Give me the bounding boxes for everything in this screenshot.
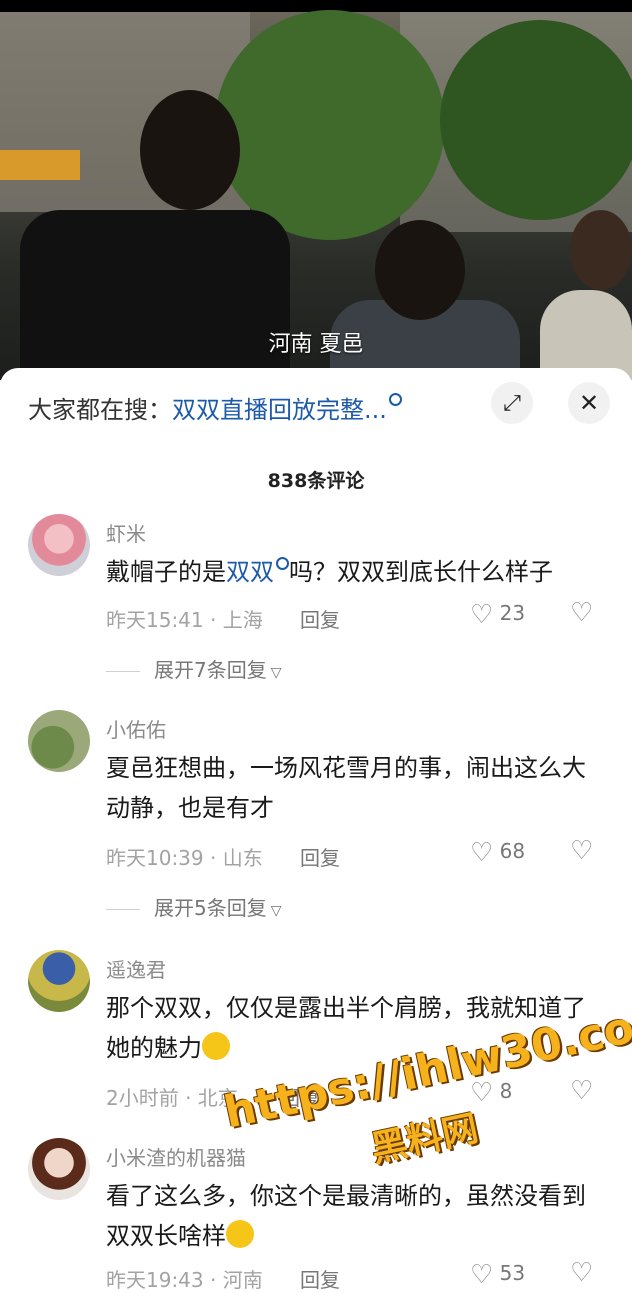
expand-replies-label: 展开5条回复 xyxy=(154,896,267,920)
person-head xyxy=(375,220,465,320)
expand-icon[interactable]: ⤢ xyxy=(491,382,533,424)
reply-button[interactable]: 回复 xyxy=(300,604,340,633)
comment-text-part: 看了这么多，你这个是最清晰的，虽然没看到双双长啥样 xyxy=(106,1182,586,1250)
like-count: 23 xyxy=(499,601,526,625)
comment-text: 看了这么多，你这个是最清晰的，虽然没看到双双长啥样 xyxy=(106,1176,606,1256)
reply-button[interactable]: 回复 xyxy=(300,842,340,871)
like-count: 53 xyxy=(499,1261,526,1285)
like-count: 8 xyxy=(499,1079,513,1103)
comment-author[interactable]: 遥逸君 xyxy=(106,954,166,983)
comment-text-part: 吗？双双到底长什么样子 xyxy=(289,558,553,586)
comment-author[interactable]: 小米渣的机器猫 xyxy=(106,1142,246,1171)
search-query[interactable]: 双双直播回放完整... xyxy=(172,396,387,424)
chevron-down-icon: ▽ xyxy=(270,903,282,919)
like-button[interactable]: ♡ 68 xyxy=(470,838,525,868)
comments-sheet: 大家都在搜：双双直播回放完整... ⤢ ✕ 838条评论 虾米 戴帽子的是双双吗… xyxy=(0,368,632,1292)
divider xyxy=(106,909,140,910)
comment-meta: 2小时前 · 北京 xyxy=(106,1086,238,1110)
tree xyxy=(440,20,632,220)
broken-heart-icon[interactable]: ♡ xyxy=(570,836,593,866)
search-icon xyxy=(276,557,289,570)
heart-icon: ♡ xyxy=(470,600,494,630)
search-suggestion[interactable]: 大家都在搜：双双直播回放完整... xyxy=(28,390,402,425)
avatar[interactable] xyxy=(28,950,90,1012)
broken-heart-icon[interactable]: ♡ xyxy=(570,598,593,628)
comment-author[interactable]: 虾米 xyxy=(106,518,146,547)
expand-replies[interactable]: 展开5条回复 ▽ xyxy=(106,892,282,921)
divider xyxy=(106,671,140,672)
search-icon xyxy=(388,393,402,406)
expand-replies-label: 展开7条回复 xyxy=(154,658,267,682)
avatar[interactable] xyxy=(28,1138,90,1200)
reply-button[interactable]: 回复 xyxy=(300,1264,340,1293)
avatar[interactable] xyxy=(28,710,90,772)
comment-text-part: 戴帽子的是 xyxy=(106,558,226,586)
person-head xyxy=(570,210,632,290)
like-button[interactable]: ♡ 23 xyxy=(470,600,525,630)
broken-heart-icon[interactable]: ♡ xyxy=(570,1258,593,1288)
heart-icon: ♡ xyxy=(470,838,494,868)
comment-meta: 昨天19:43 · 河南 xyxy=(106,1268,263,1292)
comment-count: 838条评论 xyxy=(267,470,365,492)
comment-meta: 昨天10:39 · 山东 xyxy=(106,846,263,870)
laughing-emoji-icon xyxy=(226,1220,254,1248)
video-caption: 河南 夏邑 xyxy=(268,332,364,357)
shop-sign xyxy=(0,150,80,180)
broken-heart-icon[interactable]: ♡ xyxy=(570,1076,593,1106)
avatar[interactable] xyxy=(28,514,90,576)
heart-icon: ♡ xyxy=(470,1260,494,1290)
chevron-down-icon: ▽ xyxy=(270,665,282,681)
search-prefix: 大家都在搜： xyxy=(28,396,172,424)
like-count: 68 xyxy=(499,839,526,863)
tree xyxy=(215,10,445,240)
comment-meta: 昨天15:41 · 上海 xyxy=(106,608,263,632)
inline-search-link[interactable]: 双双 xyxy=(226,558,274,586)
comment-text: 戴帽子的是双双 吗？双双到底长什么样子 xyxy=(106,552,606,592)
video-player[interactable]: 河南 夏邑 xyxy=(0,0,632,380)
comment-author[interactable]: 小佑佑 xyxy=(106,714,166,743)
laughing-emoji-icon xyxy=(202,1032,230,1060)
like-button[interactable]: ♡ 53 xyxy=(470,1260,525,1290)
close-icon[interactable]: ✕ xyxy=(568,382,610,424)
comment-text: 夏邑狂想曲，一场风花雪月的事，闹出这么大动静，也是有才 xyxy=(106,754,586,822)
person-head xyxy=(140,90,240,210)
expand-replies[interactable]: 展开7条回复 ▽ xyxy=(106,654,282,683)
